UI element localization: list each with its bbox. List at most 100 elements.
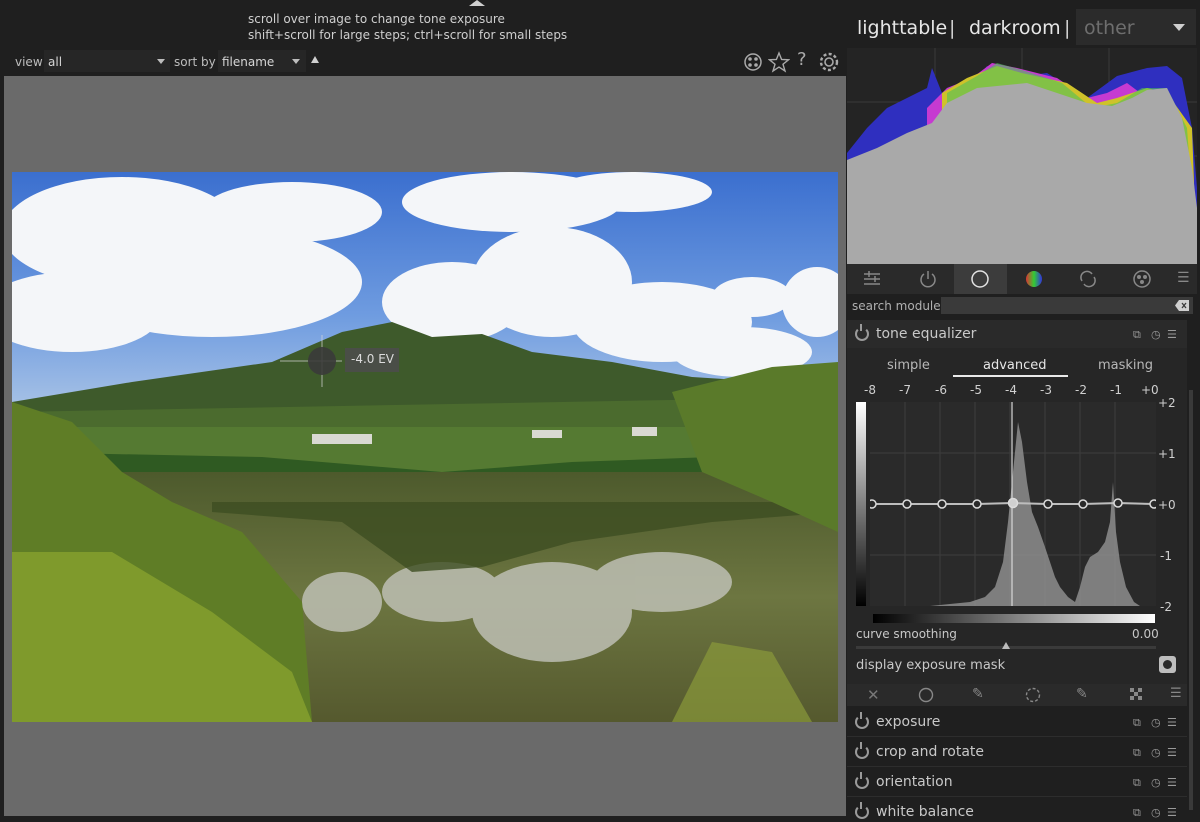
- multi-instance-icon[interactable]: ⧉: [1133, 746, 1141, 760]
- view-darkroom[interactable]: darkroom: [969, 17, 1061, 39]
- mask-toggle-button[interactable]: [1159, 656, 1176, 673]
- sort-label: sort by: [174, 55, 216, 69]
- presets-icon[interactable]: ☰: [1167, 328, 1177, 341]
- correct-group-icon[interactable]: [1078, 269, 1098, 289]
- blend-menu-icon[interactable]: ☰: [1170, 686, 1182, 701]
- ev-tick: +0: [1141, 383, 1159, 397]
- module-header-crop-and-rotate[interactable]: crop and rotate ⧉ ◷ ☰: [847, 738, 1187, 767]
- reset-icon[interactable]: ◷: [1151, 776, 1161, 789]
- module-header-exposure[interactable]: exposure ⧉ ◷ ☰: [847, 708, 1187, 737]
- sort-dropdown[interactable]: filename: [218, 50, 306, 72]
- view-separator: |: [1064, 17, 1071, 39]
- effect-group-icon[interactable]: [1132, 269, 1152, 289]
- exposure-readout: -4.0 EV: [351, 352, 395, 366]
- multi-instance-icon[interactable]: ⧉: [1133, 716, 1141, 730]
- horizontal-gradient-scale: [873, 614, 1155, 623]
- tab-masking[interactable]: masking: [1098, 358, 1153, 373]
- ev-tick: -2: [1075, 383, 1087, 397]
- view-dropdown-value: all: [48, 55, 63, 69]
- tab-simple[interactable]: simple: [887, 358, 930, 373]
- view-switcher: lighttable | darkroom | other: [846, 8, 1200, 48]
- ev-tick: -7: [899, 383, 911, 397]
- module-title: tone equalizer: [876, 326, 977, 342]
- module-header-white-balance[interactable]: white balance ⧉ ◷ ☰: [847, 798, 1187, 822]
- ev-tick: -8: [864, 383, 876, 397]
- presets-icon[interactable]: ☰: [1167, 806, 1177, 819]
- search-label: search module: [852, 299, 941, 313]
- color-group-icon[interactable]: [1024, 269, 1044, 289]
- circle-group-icon[interactable]: [970, 269, 990, 289]
- display-mask-label: display exposure mask: [856, 658, 1006, 673]
- quick-access-icon[interactable]: [863, 270, 881, 288]
- multi-instance-icon[interactable]: ⧉: [1133, 806, 1141, 820]
- slider-handle[interactable]: [1002, 642, 1010, 649]
- gain-tick: +1: [1158, 447, 1176, 461]
- reset-icon[interactable]: ◷: [1151, 746, 1161, 759]
- ev-tick: -3: [1040, 383, 1052, 397]
- active-tab-underline: [953, 375, 1068, 377]
- filter-bar: view all sort by filename ?: [0, 48, 846, 76]
- gain-tick: -1: [1160, 549, 1172, 563]
- view-label: view: [15, 55, 43, 69]
- curve-smoothing-row[interactable]: curve smoothing 0.00: [847, 626, 1187, 642]
- top-panel-toggle-icon[interactable]: [469, 0, 485, 6]
- view-dropdown[interactable]: all: [44, 50, 170, 72]
- chevron-down-icon: [1173, 24, 1185, 31]
- clear-search-icon[interactable]: [1175, 300, 1189, 311]
- gain-tick: +2: [1158, 396, 1176, 410]
- right-panel-scrollbar[interactable]: [1189, 390, 1193, 810]
- module-header-tone-equalizer[interactable]: tone equalizer ⧉ ◷ ☰: [847, 320, 1187, 349]
- sort-ascending-icon[interactable]: [311, 56, 319, 63]
- view-lighttable[interactable]: lighttable: [857, 17, 947, 39]
- tone-curve-graph[interactable]: [867, 402, 1159, 606]
- drawn-mask-icon[interactable]: ✎: [972, 686, 984, 702]
- presets-menu-icon[interactable]: ☰: [1177, 270, 1190, 286]
- tooltip-line-1: scroll over image to change tone exposur…: [248, 12, 505, 26]
- exposure-crosshair-icon: [280, 335, 342, 387]
- reset-icon[interactable]: ◷: [1151, 328, 1161, 341]
- ev-tick: -5: [970, 383, 982, 397]
- vertical-gradient-scale: [856, 402, 866, 606]
- ev-tick: -6: [935, 383, 947, 397]
- display-exposure-mask-row: display exposure mask: [847, 656, 1187, 676]
- multi-instance-icon[interactable]: ⧉: [1133, 328, 1141, 342]
- reset-icon[interactable]: ◷: [1151, 716, 1161, 729]
- uniform-blend-icon[interactable]: [918, 687, 934, 703]
- curve-smoothing-label: curve smoothing: [856, 627, 957, 641]
- parametric-mask-icon[interactable]: [1025, 687, 1041, 703]
- ev-tick: -4: [1005, 383, 1017, 397]
- ev-tick: -1: [1110, 383, 1122, 397]
- reset-icon[interactable]: ◷: [1151, 806, 1161, 819]
- star-icon[interactable]: [768, 51, 790, 73]
- power-icon[interactable]: [855, 712, 869, 729]
- multi-instance-icon[interactable]: ⧉: [1133, 776, 1141, 790]
- help-icon[interactable]: ?: [797, 49, 807, 70]
- grouping-icon[interactable]: [743, 52, 763, 72]
- presets-icon[interactable]: ☰: [1167, 716, 1177, 729]
- gain-tick: +0: [1158, 498, 1176, 512]
- tab-advanced[interactable]: advanced: [983, 358, 1047, 373]
- module-title: orientation: [876, 774, 953, 790]
- power-icon[interactable]: [855, 742, 869, 759]
- chevron-down-icon: [157, 59, 165, 64]
- module-header-orientation[interactable]: orientation ⧉ ◷ ☰: [847, 768, 1187, 797]
- tooltip-line-2: shift+scroll for large steps; ctrl+scrol…: [248, 28, 568, 42]
- power-group-icon[interactable]: [918, 269, 938, 289]
- gear-icon[interactable]: [818, 51, 840, 73]
- presets-icon[interactable]: ☰: [1167, 746, 1177, 759]
- drawn-parametric-icon[interactable]: ✎: [1076, 686, 1088, 702]
- power-icon[interactable]: [855, 802, 869, 819]
- presets-icon[interactable]: ☰: [1167, 776, 1177, 789]
- view-other[interactable]: other: [1084, 17, 1135, 39]
- ev-axis: -8 -7 -6 -5 -4 -3 -2 -1 +0: [847, 382, 1187, 400]
- blend-off-icon[interactable]: ✕: [867, 686, 880, 704]
- power-icon[interactable]: [855, 772, 869, 789]
- landscape-photo[interactable]: [12, 172, 838, 722]
- power-icon[interactable]: [855, 324, 869, 341]
- histogram[interactable]: [847, 48, 1197, 264]
- view-separator: |: [949, 17, 956, 39]
- raster-mask-icon[interactable]: [1129, 687, 1145, 703]
- chevron-down-icon: [292, 59, 300, 64]
- search-input[interactable]: [941, 297, 1193, 314]
- gain-tick: -2: [1160, 600, 1172, 614]
